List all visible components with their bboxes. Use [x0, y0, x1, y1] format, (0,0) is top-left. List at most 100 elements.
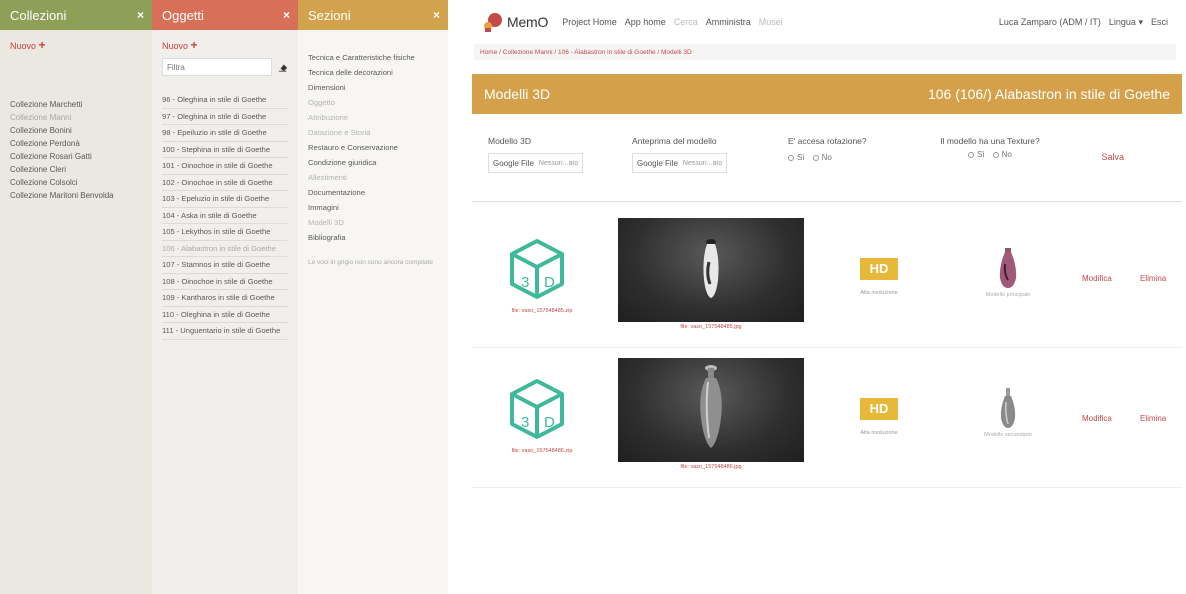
rotation-radio-yes[interactable]: Sì [788, 153, 805, 162]
collezioni-column: Collezioni × Nuovo + Collezione Marchett… [0, 0, 152, 594]
list-item[interactable]: Collezione Maritoni Benvolda [10, 189, 142, 202]
cube-3d-icon[interactable]: 3 D [508, 238, 566, 300]
model-field: Modello 3D Google File Nessun...ato [488, 136, 584, 173]
list-item[interactable]: Immagini [308, 200, 438, 215]
nav-amministra[interactable]: Amministra [706, 17, 751, 27]
list-item[interactable]: 100 - Stephina in stile di Goethe [162, 142, 288, 158]
delete-button[interactable]: Elimina [1140, 414, 1166, 423]
list-item[interactable]: 96 - Oleghina in stile di Goethe [162, 92, 288, 109]
list-item[interactable]: Restauro e Conservazione [308, 140, 438, 155]
eraser-icon[interactable] [278, 61, 288, 73]
save-button[interactable]: Salva [1101, 152, 1124, 162]
logo-icon [484, 13, 502, 32]
nav-project-home[interactable]: Project Home [562, 17, 617, 27]
preview-file-button[interactable]: Google File [637, 159, 678, 168]
delete-button[interactable]: Elimina [1140, 274, 1166, 283]
list-item[interactable]: Collezione Manni [10, 111, 142, 124]
list-item[interactable]: Condizione giuridica [308, 155, 438, 170]
list-item[interactable]: 97 - Oleghina in stile di Goethe [162, 109, 288, 125]
list-item[interactable]: 108 - Oinochoe in stile di Goethe [162, 274, 288, 290]
user-name[interactable]: Luca Zamparo (ADM / IT) [999, 17, 1101, 27]
texture-label: Il modello ha una Texture? [940, 136, 1040, 146]
new-oggetto-button[interactable]: Nuovo + [162, 30, 288, 58]
model-file-link[interactable]: file: vaso_157548486.zip [492, 448, 592, 454]
svg-text:3: 3 [521, 414, 529, 431]
list-item[interactable]: 102 - Oinochoe in stile di Goethe [162, 175, 288, 191]
preview-file-input[interactable]: Google File Nessun...ato [632, 153, 728, 173]
list-item[interactable]: Oggetto [308, 95, 438, 110]
close-icon[interactable]: × [433, 8, 440, 22]
list-item[interactable]: 109 - Kantharos in stile di Goethe [162, 290, 288, 307]
collezioni-header: Collezioni × [0, 0, 152, 30]
model-file-name: Nessun...ato [538, 159, 579, 167]
edit-button[interactable]: Modifica [1082, 414, 1112, 423]
list-item[interactable]: 101 - Oinochoe in stile di Goethe [162, 158, 288, 175]
list-item[interactable]: 106 - Alabastron in stile di Goethe [162, 241, 288, 257]
oggetti-title: Oggetti [162, 7, 204, 23]
breadcrumb[interactable]: Home / Collezione Manni / 106 - Alabastr… [474, 44, 1176, 60]
rotation-radio-no[interactable]: No [812, 153, 832, 162]
list-item[interactable]: Attribuzione [308, 110, 438, 125]
list-item[interactable]: 98 - Epeiluzio in stile di Goethe [162, 125, 288, 142]
logo[interactable]: MemO [482, 11, 548, 33]
list-item[interactable]: 107 - Stamnos in stile di Goethe [162, 257, 288, 274]
model-file-link[interactable]: file: vaso_157548485.zip [492, 308, 592, 314]
list-item[interactable]: Collezione Bonini [10, 124, 142, 137]
new-label: Nuovo [10, 41, 37, 51]
list-item[interactable]: 104 - Aska in stile di Goethe [162, 208, 288, 224]
list-item[interactable]: 103 - Epeluzio in stile di Goethe [162, 191, 288, 208]
oggetti-list: 96 - Oleghina in stile di Goethe 97 - Ol… [162, 92, 288, 340]
preview-file-link[interactable]: file: vaso_157548485.jpg [618, 324, 804, 330]
list-item[interactable]: Tecnica e Caratteristiche fisiche [308, 50, 438, 65]
new-collezione-button[interactable]: Nuovo + [10, 30, 142, 58]
list-item[interactable]: Collezione Marchetti [10, 98, 142, 111]
oggetti-header: Oggetti × [152, 0, 298, 30]
preview-file-name: Nessun...ato [682, 159, 723, 167]
list-item[interactable]: Documentazione [308, 185, 438, 200]
sezioni-header: Sezioni × [298, 0, 448, 30]
model-preview-image [618, 218, 804, 322]
chevron-down-icon: ▾ [1138, 16, 1143, 27]
list-item[interactable]: Collezione Rosari Gatti [10, 150, 142, 163]
list-item[interactable]: Bibliografia [308, 230, 438, 245]
thumb-caption: Modello secondario [984, 432, 1032, 438]
language-menu[interactable]: Lingua ▾ [1109, 17, 1143, 28]
model-file-input[interactable]: Google File Nessun...ato [488, 153, 584, 173]
upload-form: Modello 3D Google File Nessun...ato Ante… [472, 128, 1182, 202]
hd-caption: Alta risoluzione [860, 430, 898, 436]
model-file-button[interactable]: Google File [493, 159, 534, 168]
collezioni-list: Collezione Marchetti Collezione Manni Co… [10, 98, 142, 202]
vase-image [703, 239, 719, 298]
nav-musei[interactable]: Musei [759, 17, 783, 27]
list-item[interactable]: Modelli 3D [308, 215, 438, 230]
close-icon[interactable]: × [283, 8, 290, 22]
exit-link[interactable]: Esci [1151, 17, 1168, 27]
list-item[interactable]: Collezione Colsolci [10, 176, 142, 189]
list-item[interactable]: Collezione Cleri [10, 163, 142, 176]
list-item[interactable]: 110 - Oleghina in stile di Goethe [162, 307, 288, 323]
svg-text:3: 3 [521, 274, 529, 291]
page-title-bar: Modelli 3D 106 (106/) Alabastron in stil… [472, 74, 1182, 114]
cube-3d-icon[interactable]: 3 D [508, 378, 566, 440]
texture-radio-no[interactable]: No [992, 150, 1012, 159]
close-icon[interactable]: × [137, 8, 144, 22]
texture-radio-yes[interactable]: Sì [968, 150, 985, 159]
list-item[interactable]: 111 - Unguentario in stile di Goethe [162, 323, 288, 340]
preview-file-link[interactable]: file: vaso_157548486.jpg [618, 464, 804, 470]
list-item[interactable]: Collezione Perdonà [10, 137, 142, 150]
nav-app-home[interactable]: App home [625, 17, 666, 27]
list-item[interactable]: Dimensioni [308, 80, 438, 95]
preview-label: Anteprima del modello [632, 136, 717, 146]
list-item[interactable]: 105 - Lekythos in stile di Goethe [162, 224, 288, 241]
list-item[interactable]: Datazione e Storia [308, 125, 438, 140]
model-preview-image [618, 358, 804, 462]
search-input[interactable] [162, 58, 272, 76]
rotation-field: E' accesa rotazione? Sì No [788, 136, 867, 162]
thumb-caption: Modello principale [985, 292, 1031, 298]
list-item[interactable]: Allestimenti [308, 170, 438, 185]
texture-field: Il modello ha una Texture? Sì No [940, 136, 1040, 159]
sezioni-note: Le voci in grigio non sono ancora compil… [308, 259, 434, 266]
list-item[interactable]: Tecnica delle decorazioni [308, 65, 438, 80]
nav-cerca[interactable]: Cerca [674, 17, 698, 27]
edit-button[interactable]: Modifica [1082, 274, 1112, 283]
